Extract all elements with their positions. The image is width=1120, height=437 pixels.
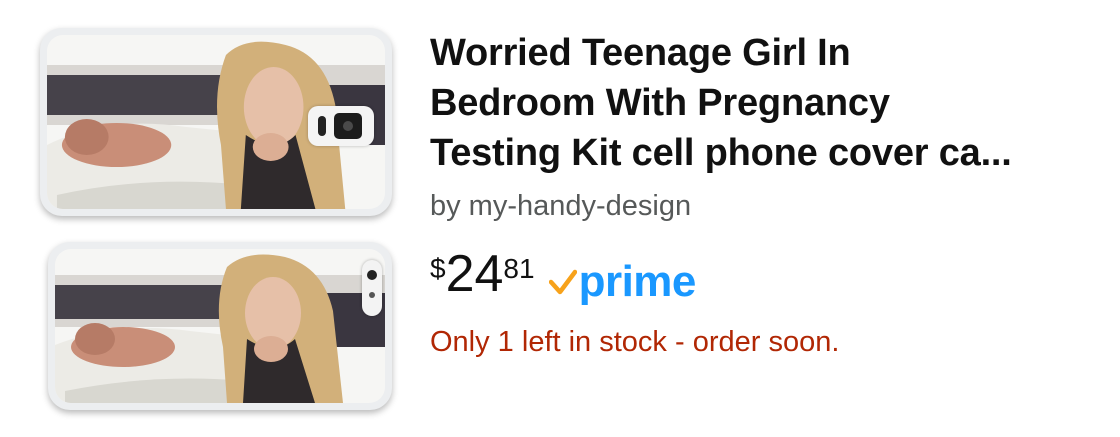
product-info: Worried Teenage Girl In Bedroom With Pre… [430,28,1110,360]
camera-icon [308,106,374,146]
product-image[interactable] [28,18,403,418]
product-title-line[interactable]: Testing Kit cell phone cover ca... [430,128,1110,178]
prime-check-icon [548,269,577,295]
price: $ 24 81 [430,246,535,302]
camera-icon [362,260,382,316]
price-currency-symbol: $ [430,253,446,284]
phone-case-front [40,28,392,216]
product-title-line[interactable]: Worried Teenage Girl In [430,28,1110,78]
prime-label: prime [578,257,697,306]
product-listing: Worried Teenage Girl In Bedroom With Pre… [0,0,1120,437]
seller-byline: by my-handy-design [430,190,692,222]
phone-case-back [48,242,392,410]
product-title[interactable]: Worried Teenage Girl In Bedroom With Pre… [430,28,1110,178]
prime-badge: prime [548,257,697,306]
case-photo [55,249,385,403]
product-title-line[interactable]: Bedroom With Pregnancy [430,78,1110,128]
price-whole: 24 [445,245,504,303]
price-fraction: 81 [503,253,535,284]
stock-status: Only 1 left in stock - order soon. [430,326,840,358]
price-row: $ 24 81 prime [430,246,1110,306]
